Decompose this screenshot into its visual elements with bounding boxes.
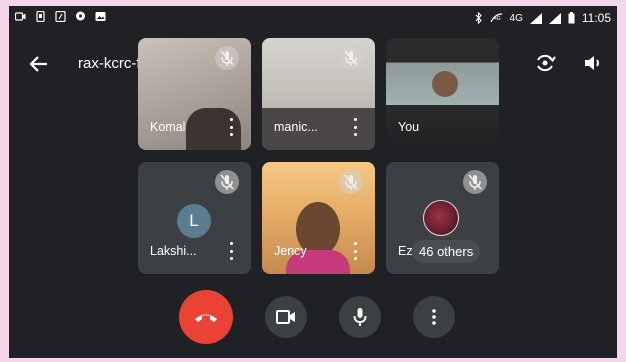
participant-tile-others[interactable]: Ez 46 others [386,162,499,274]
battery-icon [568,12,575,24]
status-bar-time: 11:05 [581,11,611,25]
microphone-icon [353,308,367,326]
mic-off-icon [215,46,239,70]
phone-screen: 4G 4G 11:05 rax-kcrc-fah Komal manic... … [9,6,617,358]
participant-name: manic... [274,120,318,134]
svg-text:4G: 4G [494,16,501,22]
gallery-icon [95,12,106,21]
more-options-button[interactable] [413,296,455,338]
volte-icon: 4G [489,13,502,23]
screen-record-icon [15,12,26,21]
status-bar: 4G 4G 11:05 [9,6,617,30]
status-bar-system: 4G 4G 11:05 [475,11,611,25]
mic-off-icon [339,170,363,194]
data-saver-icon [55,11,66,22]
call-controls [9,290,617,344]
screenshot-icon [36,11,45,22]
mic-off-icon [339,46,363,70]
participant-tile-you[interactable]: You [386,38,499,150]
participant-tile-jency[interactable]: Jency [262,162,375,274]
participant-name: Komal [150,120,186,134]
more-options-icon[interactable] [227,242,235,260]
more-options-icon[interactable] [351,118,359,136]
participant-name: Lakshi... [150,244,197,258]
participant-name: You [398,120,420,134]
signal-icon [529,12,542,24]
microphone-button[interactable] [339,296,381,338]
participant-tile-manic[interactable]: manic... [262,38,375,150]
participant-tile-komal[interactable]: Komal [138,38,251,150]
mic-off-icon [215,170,239,194]
status-bar-notifications [15,11,106,22]
participant-video [432,71,458,97]
end-call-button[interactable] [179,290,233,344]
back-arrow-icon[interactable] [27,52,51,76]
camera-button[interactable] [265,296,307,338]
chat-bubble-icon [76,11,85,21]
video-camera-icon [276,310,295,324]
switch-camera-icon[interactable] [533,51,557,75]
speaker-icon[interactable] [581,51,605,75]
others-count-badge: 46 others [412,240,481,263]
mic-off-icon [463,170,487,194]
participant-name: Jency [274,244,307,258]
avatar: L [177,204,211,238]
more-vert-icon [432,309,436,325]
more-options-icon[interactable] [351,242,359,260]
network-type-label: 4G [509,12,523,24]
more-options-icon[interactable] [227,118,235,136]
avatar [423,200,459,236]
bluetooth-icon [475,12,482,24]
participant-name: Ez [398,244,413,258]
participant-tile-lakshi[interactable]: L Lakshi... [138,162,251,274]
end-call-icon [195,314,217,322]
signal-icon-2 [548,12,561,24]
